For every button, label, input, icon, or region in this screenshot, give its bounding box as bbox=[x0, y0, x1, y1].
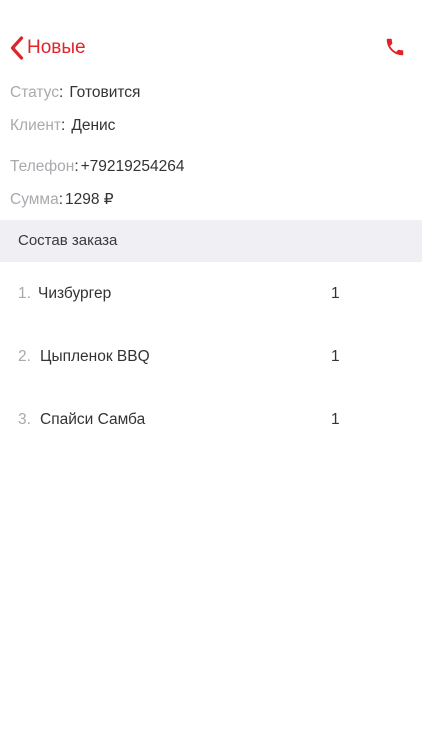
total-label: Сумма bbox=[10, 191, 59, 208]
navigation-bar: Новые bbox=[0, 0, 422, 94]
list-item[interactable]: 1. Чизбургер 1 bbox=[0, 281, 422, 307]
phone-colon: : bbox=[74, 158, 79, 175]
item-name: Цыпленок BBQ bbox=[40, 348, 150, 365]
item-number: 2. bbox=[18, 348, 31, 365]
section-title: Состав заказа bbox=[18, 232, 118, 249]
phone-row[interactable]: Телефон: +79219254264 bbox=[10, 157, 185, 177]
client-colon: : bbox=[61, 117, 66, 134]
status-label: Статус bbox=[10, 84, 59, 101]
back-button[interactable]: Новые bbox=[10, 34, 86, 62]
phone-value[interactable]: +79219254264 bbox=[81, 158, 185, 175]
phone-icon[interactable] bbox=[384, 36, 406, 58]
item-number: 3. bbox=[18, 411, 31, 428]
back-button-label: Новые bbox=[27, 37, 86, 58]
order-contents-header: Состав заказа bbox=[0, 220, 422, 262]
item-name: Чизбургер bbox=[38, 285, 112, 302]
list-item[interactable]: 2. Цыпленок BBQ 1 bbox=[0, 344, 422, 370]
client-value: Денис bbox=[71, 117, 116, 134]
item-quantity: 1 bbox=[331, 411, 340, 428]
status-value: Готовится bbox=[69, 84, 141, 101]
client-row: Клиент: Денис bbox=[10, 116, 115, 136]
phone-label: Телефон bbox=[10, 158, 75, 175]
item-quantity: 1 bbox=[331, 348, 340, 365]
total-value: 1298 ₽ bbox=[65, 191, 114, 208]
status-row: Статус: Готовится bbox=[10, 83, 140, 103]
total-row: Сумма: 1298 ₽ bbox=[10, 190, 114, 210]
list-item[interactable]: 3. Спайси Самба 1 bbox=[0, 407, 422, 433]
status-colon: : bbox=[59, 84, 64, 101]
item-number: 1. bbox=[18, 285, 31, 302]
total-colon: : bbox=[58, 191, 64, 208]
client-label: Клиент bbox=[10, 117, 62, 134]
item-quantity: 1 bbox=[331, 285, 340, 302]
item-name: Спайси Самба bbox=[40, 411, 146, 428]
chevron-left-icon bbox=[10, 36, 24, 60]
